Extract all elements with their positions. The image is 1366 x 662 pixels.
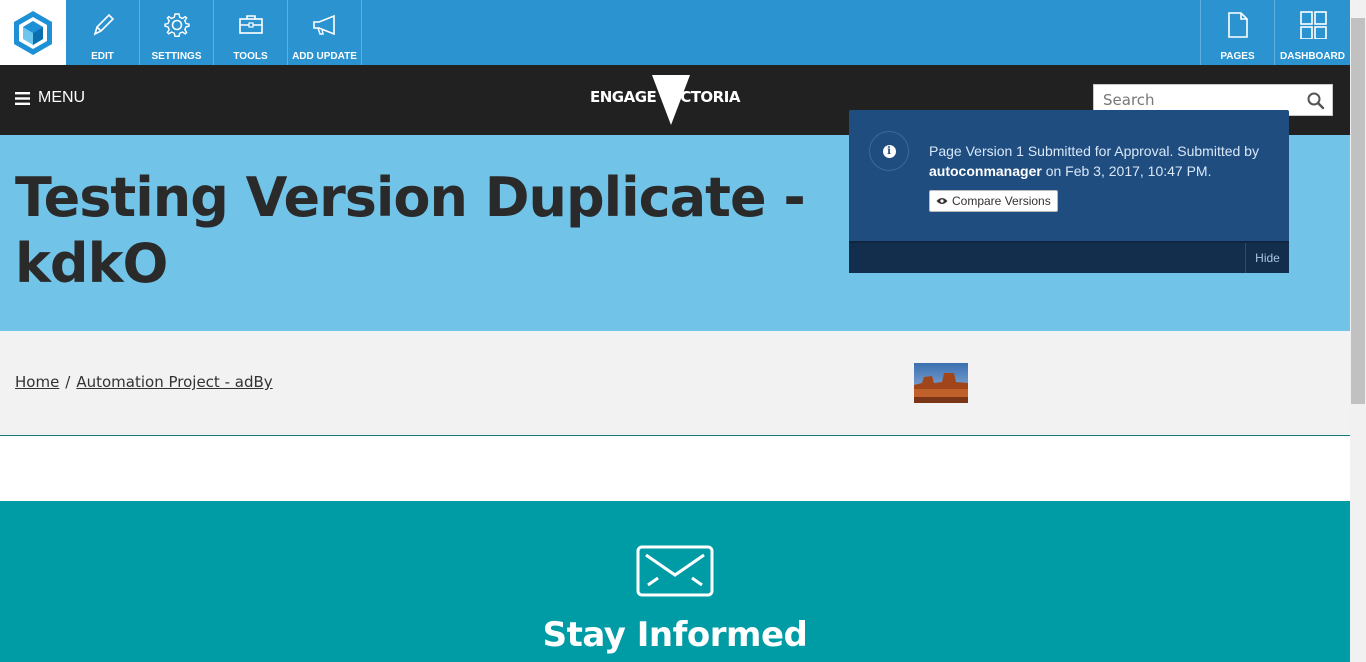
desert-landscape-image	[914, 363, 968, 403]
menu-button[interactable]: MENU	[15, 89, 85, 107]
version-notification: i Page Version 1 Submitted for Approval.…	[849, 110, 1289, 273]
pages-button[interactable]: PAGES	[1200, 0, 1275, 65]
notification-prefix: Page Version 1 Submitted for Approval. S…	[929, 143, 1259, 159]
dashboard-label: DASHBOARD	[1280, 51, 1345, 62]
stay-informed-section: Stay Informed	[0, 501, 1350, 662]
brand-engage: ENGAGE	[590, 88, 657, 106]
dashboard-button[interactable]: DASHBOARD	[1275, 0, 1350, 65]
search-icon[interactable]	[1306, 91, 1326, 111]
breadcrumb: Home / Automation Project - adBy	[15, 373, 273, 391]
edit-button[interactable]: EDIT	[66, 0, 140, 65]
tools-button[interactable]: TOOLS	[214, 0, 288, 65]
notification-message: Page Version 1 Submitted for Approval. S…	[929, 141, 1269, 181]
compare-versions-button[interactable]: Compare Versions	[929, 190, 1058, 212]
notification-suffix: on Feb 3, 2017, 10:47 PM.	[1041, 163, 1212, 179]
scrollbar-thumb[interactable]	[1351, 18, 1365, 404]
hide-button[interactable]: Hide	[1245, 243, 1289, 273]
info-icon-wrapper: i	[869, 131, 909, 171]
gear-icon	[163, 13, 190, 37]
compare-versions-label: Compare Versions	[952, 194, 1051, 208]
engage-victoria-logo[interactable]: ENGAGE VICTORIA	[590, 75, 740, 125]
page-icon	[1227, 12, 1248, 38]
hamburger-icon	[15, 91, 30, 105]
toolbox-icon	[238, 15, 263, 34]
add-update-button[interactable]: ADD UPDATE	[288, 0, 362, 65]
tools-label: TOOLS	[233, 51, 268, 62]
project-thumbnail[interactable]	[914, 363, 968, 403]
breadcrumb-home-link[interactable]: Home	[15, 373, 59, 391]
app-logo[interactable]	[0, 0, 66, 65]
page-title: Testing Version Duplicate - kdkO	[15, 166, 806, 295]
stay-informed-title: Stay Informed	[542, 615, 808, 655]
menu-label: MENU	[38, 89, 86, 106]
settings-button[interactable]: SETTINGS	[140, 0, 214, 65]
add-update-label: ADD UPDATE	[292, 51, 357, 62]
breadcrumb-strip: Home / Automation Project - adBy	[0, 331, 1350, 436]
admin-toolbar: EDIT SETTINGS TOOLS ADD UPDATE PAGES DAS…	[0, 0, 1350, 65]
megaphone-icon	[312, 14, 335, 36]
hexagon-logo-icon	[14, 10, 52, 55]
pages-label: PAGES	[1220, 51, 1255, 62]
notification-user: autoconmanager	[929, 163, 1042, 179]
pencil-icon	[93, 13, 114, 36]
breadcrumb-project-link[interactable]: Automation Project - adBy	[76, 373, 272, 391]
brand-victoria: VICTORIA	[664, 88, 740, 106]
notification-footer: Hide	[849, 241, 1289, 273]
hide-label: Hide	[1255, 251, 1280, 265]
info-icon: i	[882, 144, 896, 158]
settings-label: SETTINGS	[151, 51, 202, 62]
breadcrumb-separator: /	[65, 373, 71, 391]
edit-label: EDIT	[91, 51, 114, 62]
envelope-icon	[636, 545, 714, 597]
eye-icon	[936, 198, 948, 204]
dashboard-grid-icon	[1299, 11, 1327, 39]
